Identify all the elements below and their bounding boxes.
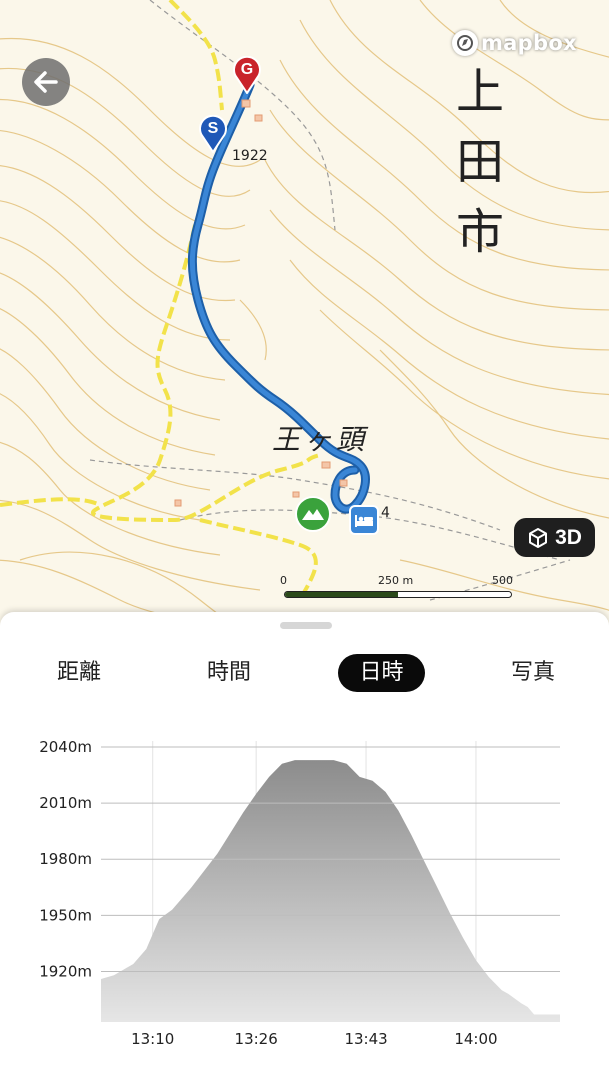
place-label: 上 田 市: [456, 64, 521, 260]
mapbox-logo: mapbox: [452, 30, 577, 56]
goal-marker[interactable]: G: [232, 55, 262, 95]
scale-track: [284, 591, 512, 598]
scale-mid: 250 m: [378, 574, 414, 587]
toggle-3d-button[interactable]: 3D: [514, 518, 595, 557]
spot-elevation: 1922: [232, 148, 268, 164]
y-tick-label: 2040m: [39, 738, 92, 756]
tab-distance[interactable]: 距離: [40, 654, 118, 692]
peak-label: 王ヶ頭: [272, 423, 369, 456]
spot-elevation-2: 4: [381, 505, 390, 521]
elevation-panel: 距離 時間 日時 写真 2040m 2010m 1980m 1950m 1920m 13:…: [0, 612, 609, 1077]
map-view[interactable]: 上 田 市 王ヶ頭 1922 4 G S mapbox 3D 0 250 m 5…: [0, 0, 609, 640]
y-tick-label: 1950m: [39, 906, 92, 924]
y-tick-label: 2010m: [39, 794, 92, 812]
arrow-left-icon: [34, 71, 58, 93]
toggle-3d-label: 3D: [555, 525, 582, 549]
elevation-chart: 2040m 2010m 1980m 1950m 1920m 13:10 13:26 13:43…: [39, 738, 560, 1048]
tab-datetime[interactable]: 日時: [338, 654, 425, 692]
x-tick-label: 13:26: [235, 1030, 278, 1048]
start-marker-label: S: [207, 120, 219, 137]
back-button[interactable]: [22, 58, 70, 106]
cube-icon: [529, 527, 548, 548]
x-tick-label: 14:00: [454, 1030, 497, 1048]
scale-zero: 0: [280, 574, 287, 587]
start-marker[interactable]: S: [198, 114, 228, 154]
mountain-summit-icon[interactable]: [295, 496, 331, 532]
hut-bed-icon[interactable]: [349, 505, 379, 535]
mapbox-wordmark: mapbox: [481, 31, 577, 55]
tab-time[interactable]: 時間: [190, 654, 268, 692]
scale-bar: 0 250 m 500 m: [280, 574, 515, 604]
mapbox-mark-icon: [452, 30, 478, 56]
tab-bar: 距離 時間 日時 写真: [0, 654, 609, 694]
tab-photos[interactable]: 写真: [494, 654, 572, 692]
drag-handle[interactable]: [280, 622, 332, 629]
x-tick-label: 13:10: [131, 1030, 174, 1048]
x-tick-label: 13:43: [344, 1030, 387, 1048]
goal-marker-label: G: [240, 61, 254, 78]
scale-fill: [285, 592, 398, 597]
elevation-area: [101, 760, 560, 1022]
y-tick-label: 1980m: [39, 850, 92, 868]
y-tick-label: 1920m: [39, 962, 92, 980]
